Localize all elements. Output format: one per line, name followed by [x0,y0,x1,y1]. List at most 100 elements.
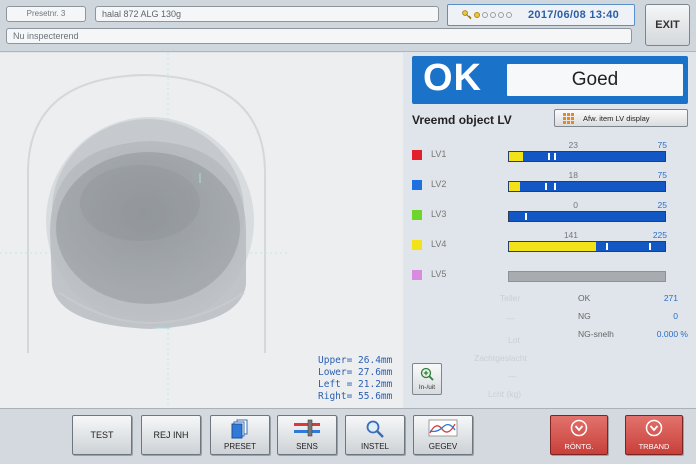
dimension-readout: Upper= 26.4mm Lower= 27.6mm Left = 21.2m… [318,355,392,403]
zoom-button[interactable]: In-/uit [412,363,442,395]
dim-lower: Lower= 27.6mm [318,367,393,378]
preset-button[interactable]: PRESET [210,415,270,455]
preset-button-label: PRESET [223,442,256,451]
signal-dot-icon [482,12,488,18]
instel-button-label: INSTEL [360,442,389,451]
date-time: 2017/06/08 13:40 [528,9,620,21]
lv-value: 18 [568,170,578,180]
rej-inh-button-label: REJ INH [153,430,189,440]
stat-label-ng: NG [578,311,591,321]
dim-upper: Upper= 26.4mm [318,355,393,366]
lv-row-4: LV4 141 225 [412,230,672,254]
waveform-chart-icon [428,419,458,437]
stat-value-ng: 0 [673,311,678,321]
magnifier-icon [366,420,384,438]
signal-dots [474,12,512,18]
lv-level-bar [508,211,666,222]
status-message-field: Nu inspecterend [6,28,632,44]
faint-label: Lcht (kg) [488,389,522,399]
lv-color-swatch [412,240,422,250]
lv-name: LV4 [431,239,447,249]
lv-row-3: LV3 0 25 [412,200,672,224]
signal-dot-icon [490,12,496,18]
stat-value-ok: 271 [663,293,678,303]
lv-level-bar [508,241,666,252]
sensitivity-button[interactable]: SENS [277,415,337,455]
trband-button-label: TRBAND [638,442,670,451]
lv-threshold-mark [649,243,652,250]
power-stop-icon [570,419,588,437]
lv-section-title: Vreemd object LV [412,113,512,127]
test-button[interactable]: TEST [72,415,132,455]
lv-threshold-mark [548,153,550,160]
lv-name: LV1 [431,149,447,159]
lv-row-2: LV2 18 75 [412,170,672,194]
ok-label: OK [423,57,482,99]
lv-limit: 75 [657,140,667,150]
result-text: Goed [507,64,683,96]
faint-label: Zachtgeslacht [474,353,527,363]
slider-icon [294,419,320,437]
faint-label: Teller [500,293,521,303]
lv-level-fill [509,182,520,191]
lv-limit: 25 [657,200,667,210]
signal-dot-icon [474,12,480,18]
exit-button[interactable]: EXIT [645,4,690,46]
lv-level-fill [509,242,597,251]
lv-display-button[interactable]: Afw. item LV display [554,109,688,127]
xray-image-panel[interactable]: Upper= 26.4mm Lower= 27.6mm Left = 21.2m… [0,53,403,408]
signal-dot-icon [506,12,512,18]
sens-button-label: SENS [296,442,318,451]
lv-name: LV5 [431,269,447,279]
lv-threshold-mark [554,153,557,160]
stat-label-ng-rate: NG-snelh [578,329,614,339]
dim-left: Left = 21.2mm [318,379,393,390]
lv-row-5: LV5 [412,260,672,284]
xray-button[interactable]: RÖNTG. [550,415,608,455]
grid-icon [563,113,574,124]
lv-level-bar [508,181,666,192]
lv-threshold-mark [605,243,608,250]
lv-level-bar [508,151,666,162]
lv-color-swatch [412,210,422,220]
ok-result-banner: OK Goed [412,56,688,104]
data-button[interactable]: GEGEV [413,415,473,455]
stat-label-ok: OK [578,293,591,303]
lv-display-button-label: Afw. item LV display [583,113,650,123]
preset-number-field[interactable]: Presetnr. 3 [6,6,86,22]
reject-inhibit-button[interactable]: REJ INH [141,415,201,455]
stat-value-ng-rate: 0.000 % [656,329,688,339]
gegev-button-label: GEGEV [428,442,458,451]
dim-right: Right= 55.6mm [318,391,393,402]
faint-label: — [508,371,517,381]
top-header: Presetnr. 3 halal 872 ALG 130g Nu inspec… [0,0,696,52]
lv-level-bar [508,271,666,282]
lv-row-1: LV1 23 75 [412,140,672,164]
lv-level-fill [509,152,524,161]
key-icon [462,10,472,20]
lv-limit: 225 [652,230,667,240]
test-button-label: TEST [90,430,114,440]
magnifier-plus-icon [420,367,434,381]
lv-color-swatch [412,150,422,160]
product-name-field[interactable]: halal 872 ALG 130g [95,6,439,22]
document-stack-icon [231,419,248,439]
rontg-button-label: RÖNTG. [564,442,594,451]
lv-color-swatch [412,180,422,190]
lv-value: 141 [563,230,578,240]
clock-status-box: 2017/06/08 13:40 [447,4,635,26]
settings-button[interactable]: INSTEL [345,415,405,455]
lv-limit: 75 [657,170,667,180]
signal-dot-icon [498,12,504,18]
bottom-toolbar: TEST REJ INH PRESET SENS INSTEL GEGEV RÖ… [0,408,696,464]
lv-color-swatch [412,270,422,280]
lv-name: LV3 [431,209,447,219]
result-panel: OK Goed Vreemd object LV Afw. item LV di… [404,53,696,408]
lv-threshold-mark [524,213,527,220]
statistics-area: Teller — Lot Zachtgeslacht — Lcht (kg) O… [460,291,692,406]
lv-value: 0 [573,200,578,210]
faint-label: — [506,313,515,323]
conveyor-button[interactable]: TRBAND [625,415,683,455]
power-stop-icon [645,419,663,437]
faint-label: Lot [508,335,520,345]
